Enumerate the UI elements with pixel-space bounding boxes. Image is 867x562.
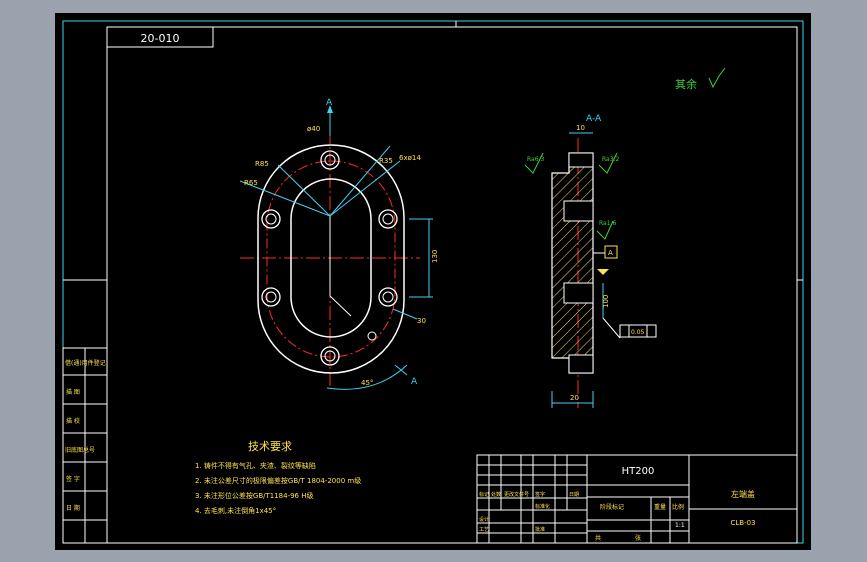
drawing-canvas: 20-010 其余 A A R35 R65 R85 6xø14 ø40 130 … bbox=[62, 20, 804, 544]
roughness-note: 其余 bbox=[675, 77, 697, 91]
part-name: 左端盖 bbox=[731, 489, 755, 499]
side-label-3: 描 校 bbox=[66, 417, 80, 425]
side-label-2: 描 图 bbox=[66, 388, 80, 396]
section-title: A-A bbox=[586, 114, 602, 124]
sec-dim-text-top: 10 bbox=[576, 124, 585, 132]
dim-text-r85: R85 bbox=[255, 160, 269, 168]
section-line-diagonal bbox=[329, 295, 352, 317]
section-pocket-top bbox=[568, 152, 594, 168]
process-label: 工艺 bbox=[479, 527, 489, 533]
tolerance-leader bbox=[602, 317, 621, 339]
dim-leader-6-holes bbox=[392, 308, 418, 320]
rev-label-5: 日期 bbox=[569, 492, 579, 498]
tolerance-value: 0.05 bbox=[631, 329, 645, 336]
bolt-hole-2 bbox=[261, 209, 281, 229]
datum-letter: A bbox=[608, 249, 613, 257]
stage-label: 阶段标记 bbox=[600, 503, 624, 511]
sec-dim-text-width: 20 bbox=[570, 394, 579, 402]
tech-req-line-2: 2. 未注公差尺寸的极限偏差按GB/T 1804-2000 m级 bbox=[195, 476, 361, 485]
technical-requirements: 技术要求 1. 铸件不得有气孔、夹渣、裂纹等缺陷 2. 未注公差尺寸的极限偏差按… bbox=[195, 440, 361, 515]
bolt-hole-5 bbox=[378, 287, 398, 307]
dim-text-30: 30 bbox=[417, 317, 426, 325]
side-label-4: 旧底图总号 bbox=[65, 446, 95, 454]
front-view: A A R35 R65 R85 6xø14 ø40 130 30 45° bbox=[239, 98, 439, 390]
datum-triangle bbox=[597, 269, 609, 275]
sec-roughness-text-2: Ra3.2 bbox=[602, 156, 619, 163]
dim-text-r35: R35 bbox=[379, 157, 393, 165]
dim-leader-r65 bbox=[277, 164, 331, 217]
rev-label-4: 签字 bbox=[535, 491, 545, 498]
side-label-6: 日 期 bbox=[66, 504, 80, 512]
bolt-hole-5-inner bbox=[382, 291, 394, 303]
sec-roughness-text-1: Ra6.3 bbox=[527, 156, 544, 163]
dim-text-130: 130 bbox=[431, 250, 439, 263]
left-side-strip: 借(通)用件登记 描 图 描 校 旧底图总号 签 字 日 期 bbox=[62, 347, 108, 544]
dim-text-r65: R65 bbox=[244, 179, 258, 187]
section-pocket-bottom bbox=[568, 354, 594, 374]
scale-label: 比例 bbox=[672, 503, 684, 511]
bolt-pitch-circle bbox=[266, 160, 396, 358]
tech-req-line-1: 1. 铸件不得有气孔、夹渣、裂纹等缺陷 bbox=[195, 461, 316, 470]
scale-value: 1:1 bbox=[675, 522, 685, 529]
section-body bbox=[551, 152, 594, 374]
roughness-symbol bbox=[708, 67, 726, 89]
side-label-5: 签 字 bbox=[66, 475, 80, 483]
dim-text-phi40: ø40 bbox=[307, 125, 320, 133]
code-box-text: 20-010 bbox=[141, 32, 180, 45]
tech-req-line-4: 4. 去毛刺,未注倒角1x45° bbox=[195, 506, 276, 515]
sheet-label: 共 bbox=[595, 534, 601, 542]
dim-text-45: 45° bbox=[361, 379, 373, 387]
section-bore-lower bbox=[563, 282, 594, 304]
material-text: HT200 bbox=[622, 466, 655, 477]
sec-roughness-text-3: Ra1.6 bbox=[599, 220, 616, 227]
cad-drawing-viewport[interactable]: 20-010 其余 A A R35 R65 R85 6xø14 ø40 130 … bbox=[55, 13, 811, 550]
approve-label: 批准 bbox=[535, 526, 545, 533]
weight-label: 重量 bbox=[654, 503, 666, 511]
bolt-hole-4 bbox=[261, 287, 281, 307]
section-view: A-A 20 10 100 Ra6.3 Ra3.2 Ra1.6 A 0.05 bbox=[524, 114, 657, 408]
section-bore-upper bbox=[563, 200, 594, 222]
rev-label-2: 处数 bbox=[491, 491, 501, 498]
section-marker-bottom: A bbox=[411, 377, 418, 387]
standard-label: 标准化 bbox=[535, 503, 550, 510]
designer-label: 设计 bbox=[479, 516, 489, 523]
sheet-of-label: 张 bbox=[635, 534, 641, 542]
outer-border bbox=[62, 20, 804, 544]
sec-dim-text-vertical: 100 bbox=[602, 295, 610, 308]
dim-text-holes: 6xø14 bbox=[399, 154, 421, 162]
dim-leader-phi40 bbox=[329, 160, 401, 217]
section-marker-top: A bbox=[326, 98, 333, 108]
title-block: 标记 处数 更改文件号 签字 日期 设计 标准化 工艺 批准 HT200 阶段标… bbox=[476, 454, 798, 544]
bolt-hole-2-inner bbox=[265, 213, 277, 225]
side-label-1: 借(通)用件登记 bbox=[65, 359, 106, 367]
tech-req-title: 技术要求 bbox=[248, 440, 292, 453]
rev-label-1: 标记 bbox=[479, 491, 489, 498]
tech-req-line-3: 3. 未注形位公差按GB/T1184-96 H级 bbox=[195, 491, 314, 500]
pin-hole bbox=[367, 331, 377, 341]
bolt-hole-3-inner bbox=[382, 213, 394, 225]
drawing-number: CLB-03 bbox=[730, 519, 755, 527]
rev-label-3: 更改文件号 bbox=[504, 491, 529, 498]
